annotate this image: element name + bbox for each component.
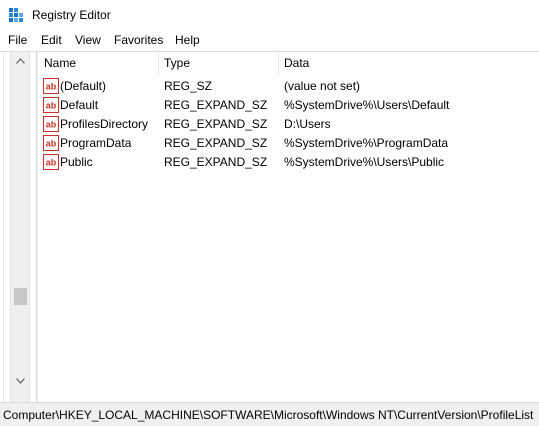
column-header-data[interactable]: Data [284, 56, 309, 74]
string-value-icon: ab [43, 154, 59, 170]
value-type: REG_EXPAND_SZ [164, 155, 268, 169]
menu-file[interactable]: File [8, 33, 27, 47]
value-row[interactable]: ab ProfilesDirectory REG_EXPAND_SZ D:\Us… [38, 115, 539, 134]
column-divider[interactable] [278, 54, 279, 76]
menu-help[interactable]: Help [175, 33, 200, 47]
value-name: (Default) [60, 79, 107, 93]
scroll-up-arrow-icon[interactable] [11, 52, 29, 69]
scroll-down-arrow-icon[interactable] [11, 372, 29, 389]
value-type: REG_EXPAND_SZ [164, 136, 268, 150]
value-name: Default [60, 98, 99, 112]
svg-text:ab: ab [46, 158, 57, 168]
tree-vertical-scrollbar[interactable] [10, 52, 30, 402]
svg-text:ab: ab [46, 120, 57, 130]
scroll-thumb[interactable] [14, 288, 27, 305]
value-row[interactable]: ab Public REG_EXPAND_SZ %SystemDrive%\Us… [38, 153, 539, 172]
value-type: REG_EXPAND_SZ [164, 98, 268, 112]
value-data: %SystemDrive%\Users\Public [284, 155, 445, 169]
value-row[interactable]: ab ProgramData REG_EXPAND_SZ %SystemDriv… [38, 134, 539, 153]
title-bar[interactable]: Registry Editor [0, 0, 539, 30]
value-data: %SystemDrive%\ProgramData [284, 136, 449, 150]
string-value-icon: ab [43, 116, 59, 132]
tree-pane[interactable] [0, 51, 36, 403]
menu-bar: File Edit View Favorites Help [0, 31, 539, 51]
svg-text:ab: ab [46, 139, 57, 149]
window-title: Registry Editor [32, 8, 111, 22]
status-bar: Computer\HKEY_LOCAL_MACHINE\SOFTWARE\Mic… [0, 402, 539, 426]
value-data: (value not set) [284, 79, 361, 93]
value-type: REG_EXPAND_SZ [164, 117, 268, 131]
values-list[interactable]: Name Type Data ab (Default) REG_SZ (valu… [38, 51, 539, 402]
value-name: Public [60, 155, 93, 169]
value-row[interactable]: ab Default REG_EXPAND_SZ %SystemDrive%\U… [38, 96, 539, 115]
value-name: ProfilesDirectory [60, 117, 149, 131]
value-data: %SystemDrive%\Users\Default [284, 98, 450, 112]
tree-pane-edge [0, 52, 4, 403]
current-key-path: Computer\HKEY_LOCAL_MACHINE\SOFTWARE\Mic… [3, 408, 534, 422]
value-data: D:\Users [284, 117, 331, 131]
registry-editor-app-icon [9, 8, 23, 22]
registry-editor-window: Registry Editor File Edit View Favorites… [0, 0, 539, 426]
value-row[interactable]: ab (Default) REG_SZ (value not set) [38, 77, 539, 96]
svg-text:ab: ab [46, 82, 57, 92]
string-value-icon: ab [43, 78, 59, 94]
menu-view[interactable]: View [75, 33, 101, 47]
string-value-icon: ab [43, 97, 59, 113]
menu-favorites[interactable]: Favorites [114, 33, 163, 47]
string-value-icon: ab [43, 135, 59, 151]
svg-text:ab: ab [46, 101, 57, 111]
column-header-type[interactable]: Type [164, 56, 190, 74]
value-type: REG_SZ [164, 79, 213, 93]
column-header-name[interactable]: Name [44, 56, 76, 74]
menu-edit[interactable]: Edit [41, 33, 62, 47]
value-name: ProgramData [60, 136, 132, 150]
column-divider[interactable] [158, 54, 159, 76]
